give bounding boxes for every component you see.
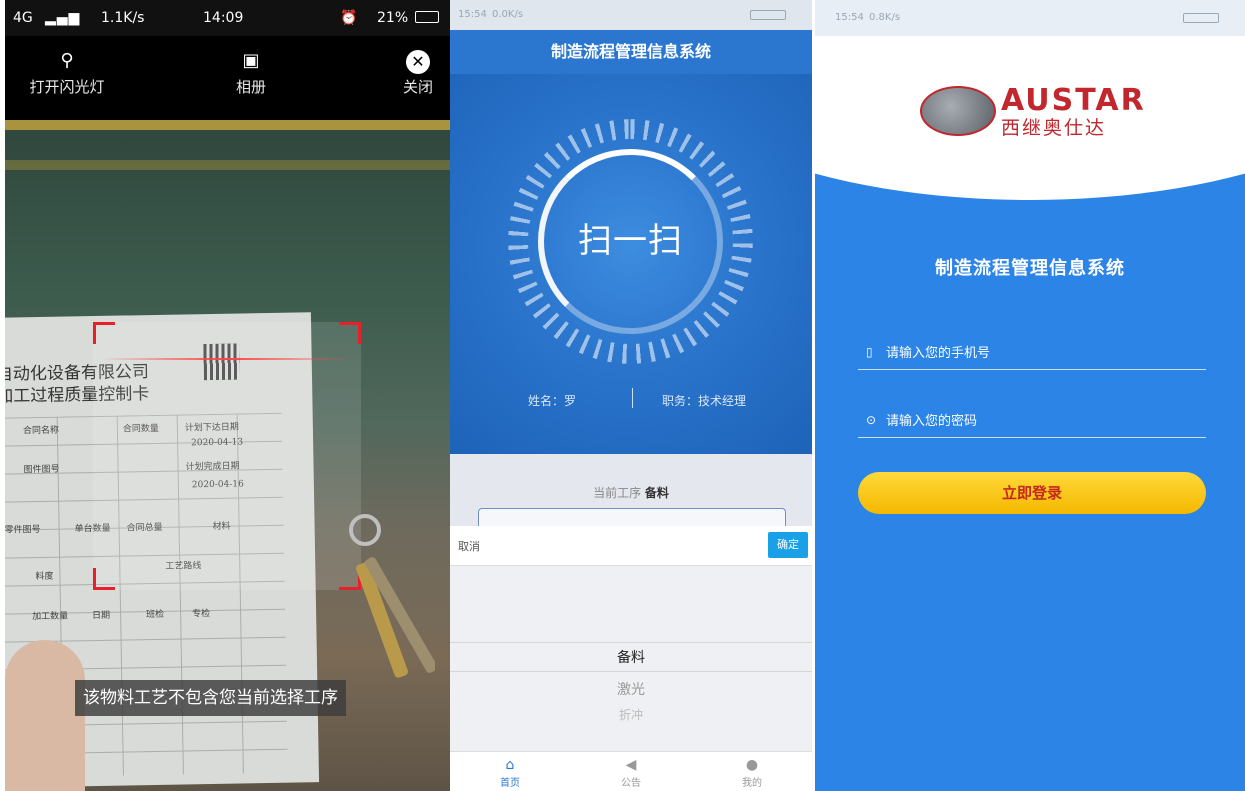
megaphone-icon: ◀ — [625, 757, 637, 773]
scan-line — [100, 358, 358, 360]
login-button[interactable]: 立即登录 — [858, 472, 1206, 514]
flashlight-icon: ⚲ — [60, 50, 74, 71]
album-label: 相册 — [235, 78, 266, 96]
home-icon: ⌂ — [505, 757, 515, 773]
tab-label: 公告 — [621, 778, 641, 789]
battery-percent: 21% — [377, 10, 409, 26]
table-cell: 班检 — [146, 609, 165, 621]
process-select[interactable] — [478, 508, 786, 526]
picker-option[interactable]: 激光 — [450, 679, 812, 699]
brand-name-cn: 西继奥仕达 — [1001, 117, 1107, 139]
finger — [5, 640, 85, 791]
network-speed: 1.1K/s — [101, 10, 145, 26]
password-input[interactable] — [886, 410, 1186, 432]
page-title: 制造流程管理信息系统 — [450, 30, 812, 74]
phone-field: ▯ — [858, 340, 1206, 370]
cancel-button[interactable]: 取消 — [458, 538, 480, 554]
tab-mine[interactable]: ● 我的 — [722, 756, 782, 789]
user-icon: ● — [745, 757, 759, 773]
album-icon: ▣ — [242, 50, 260, 71]
table-cell: 图件图号 — [23, 464, 60, 476]
current-process-label: 当前工序 备料 — [450, 484, 812, 501]
current-process: 当前工序 备料 — [450, 454, 812, 526]
scan-corner — [93, 568, 115, 590]
picker-option[interactable]: 备料 — [450, 647, 812, 667]
scan-button[interactable]: 扫一扫 — [552, 163, 709, 320]
scan-hero: 扫一扫 姓名：罗 职务：技术经理 — [450, 74, 812, 454]
table-cell: 零件图号 — [5, 524, 41, 536]
camera-preview: 自动化设备有限公司 加工过程质量控制卡 合同名称 合同数量 计划下达日期 202… — [5, 120, 450, 791]
status-time: 14:09 — [203, 10, 244, 26]
alarm-icon: ⏰ — [340, 10, 358, 26]
battery-icon — [750, 10, 786, 20]
battery-icon — [415, 11, 439, 23]
status-bar: 4G ▂▄▆ 1.1K/s 14:09 ⏰ 21% — [5, 0, 450, 36]
status-bar: 15:54 0.8K/s — [815, 0, 1245, 36]
scanner-toolbar: ⚲ 打开闪光灯 ▣ 相册 ✕ 关闭 — [5, 36, 450, 120]
tab-notice[interactable]: ◀ 公告 — [601, 756, 661, 789]
network-speed: 0.8K/s — [869, 12, 901, 23]
table-cell: 合同名称 — [22, 425, 60, 437]
scan-frame — [93, 322, 361, 590]
bottom-tab-bar: ⌂ 首页 ◀ 公告 ● 我的 — [450, 751, 812, 791]
scan-home-screen: 15:54 0.0K/s 制造流程管理信息系统 扫一扫 姓名：罗 职务：技术经理… — [450, 0, 812, 791]
confirm-button[interactable]: 确定 — [768, 532, 808, 558]
austar-logo-icon — [920, 86, 996, 136]
user-name: 姓名：罗 — [528, 394, 577, 408]
current-process-caption: 当前工序 — [593, 486, 642, 500]
login-background — [815, 140, 1245, 791]
tab-label: 我的 — [742, 778, 762, 789]
scan-corner — [93, 322, 115, 344]
status-time: 15:54 — [835, 12, 864, 23]
user-role: 职务：技术经理 — [662, 394, 747, 408]
album-button[interactable]: ▣ 相册 — [221, 50, 281, 97]
floor-stripe — [5, 160, 450, 170]
phone-icon: ▯ — [866, 345, 873, 359]
process-picker-sheet: 取消 确定 备料 激光 折冲 — [450, 526, 812, 751]
scanner-screen: 4G ▂▄▆ 1.1K/s 14:09 ⏰ 21% ⚲ 打开闪光灯 ▣ 相册 ✕… — [5, 0, 450, 791]
divider — [632, 388, 633, 408]
close-button[interactable]: ✕ 关闭 — [393, 50, 443, 97]
table-cell: 专检 — [192, 609, 211, 620]
brand-name: AUSTAR — [1001, 83, 1146, 118]
floor-stripe — [5, 120, 450, 130]
lock-icon: ⊙ — [866, 413, 877, 427]
table-cell: 料度 — [35, 571, 54, 583]
tab-label: 首页 — [500, 778, 520, 789]
scan-corner — [339, 322, 361, 344]
password-field: ⊙ — [858, 408, 1206, 438]
keys-image — [349, 514, 435, 678]
tab-home[interactable]: ⌂ 首页 — [480, 756, 540, 789]
close-label: 关闭 — [402, 78, 433, 96]
signal-indicator: 4G — [13, 10, 33, 26]
network-speed: 0.0K/s — [492, 9, 524, 20]
scan-error-toast: 该物料工艺不包含您当前选择工序 — [75, 680, 346, 716]
current-process-value: 备料 — [644, 486, 669, 500]
table-cell: 加工数量 — [32, 611, 69, 623]
flashlight-button[interactable]: ⚲ 打开闪光灯 — [25, 50, 109, 97]
system-title: 制造流程管理信息系统 — [935, 258, 1125, 279]
table-cell: 日期 — [92, 610, 111, 622]
flashlight-label: 打开闪光灯 — [29, 78, 105, 96]
picker-toolbar: 取消 确定 — [450, 526, 812, 566]
picker-option[interactable]: 折冲 — [450, 706, 812, 723]
status-bar: 15:54 0.0K/s — [450, 0, 812, 30]
login-screen: 15:54 0.8K/s AUSTAR 西继奥仕达 制造流程管理信息系统 ▯ ⊙… — [815, 0, 1245, 791]
battery-icon — [1183, 13, 1219, 23]
status-time: 15:54 — [458, 9, 487, 20]
phone-input[interactable] — [886, 342, 1186, 364]
close-icon: ✕ — [406, 50, 430, 74]
signal-bars-icon: ▂▄▆ — [45, 10, 81, 26]
